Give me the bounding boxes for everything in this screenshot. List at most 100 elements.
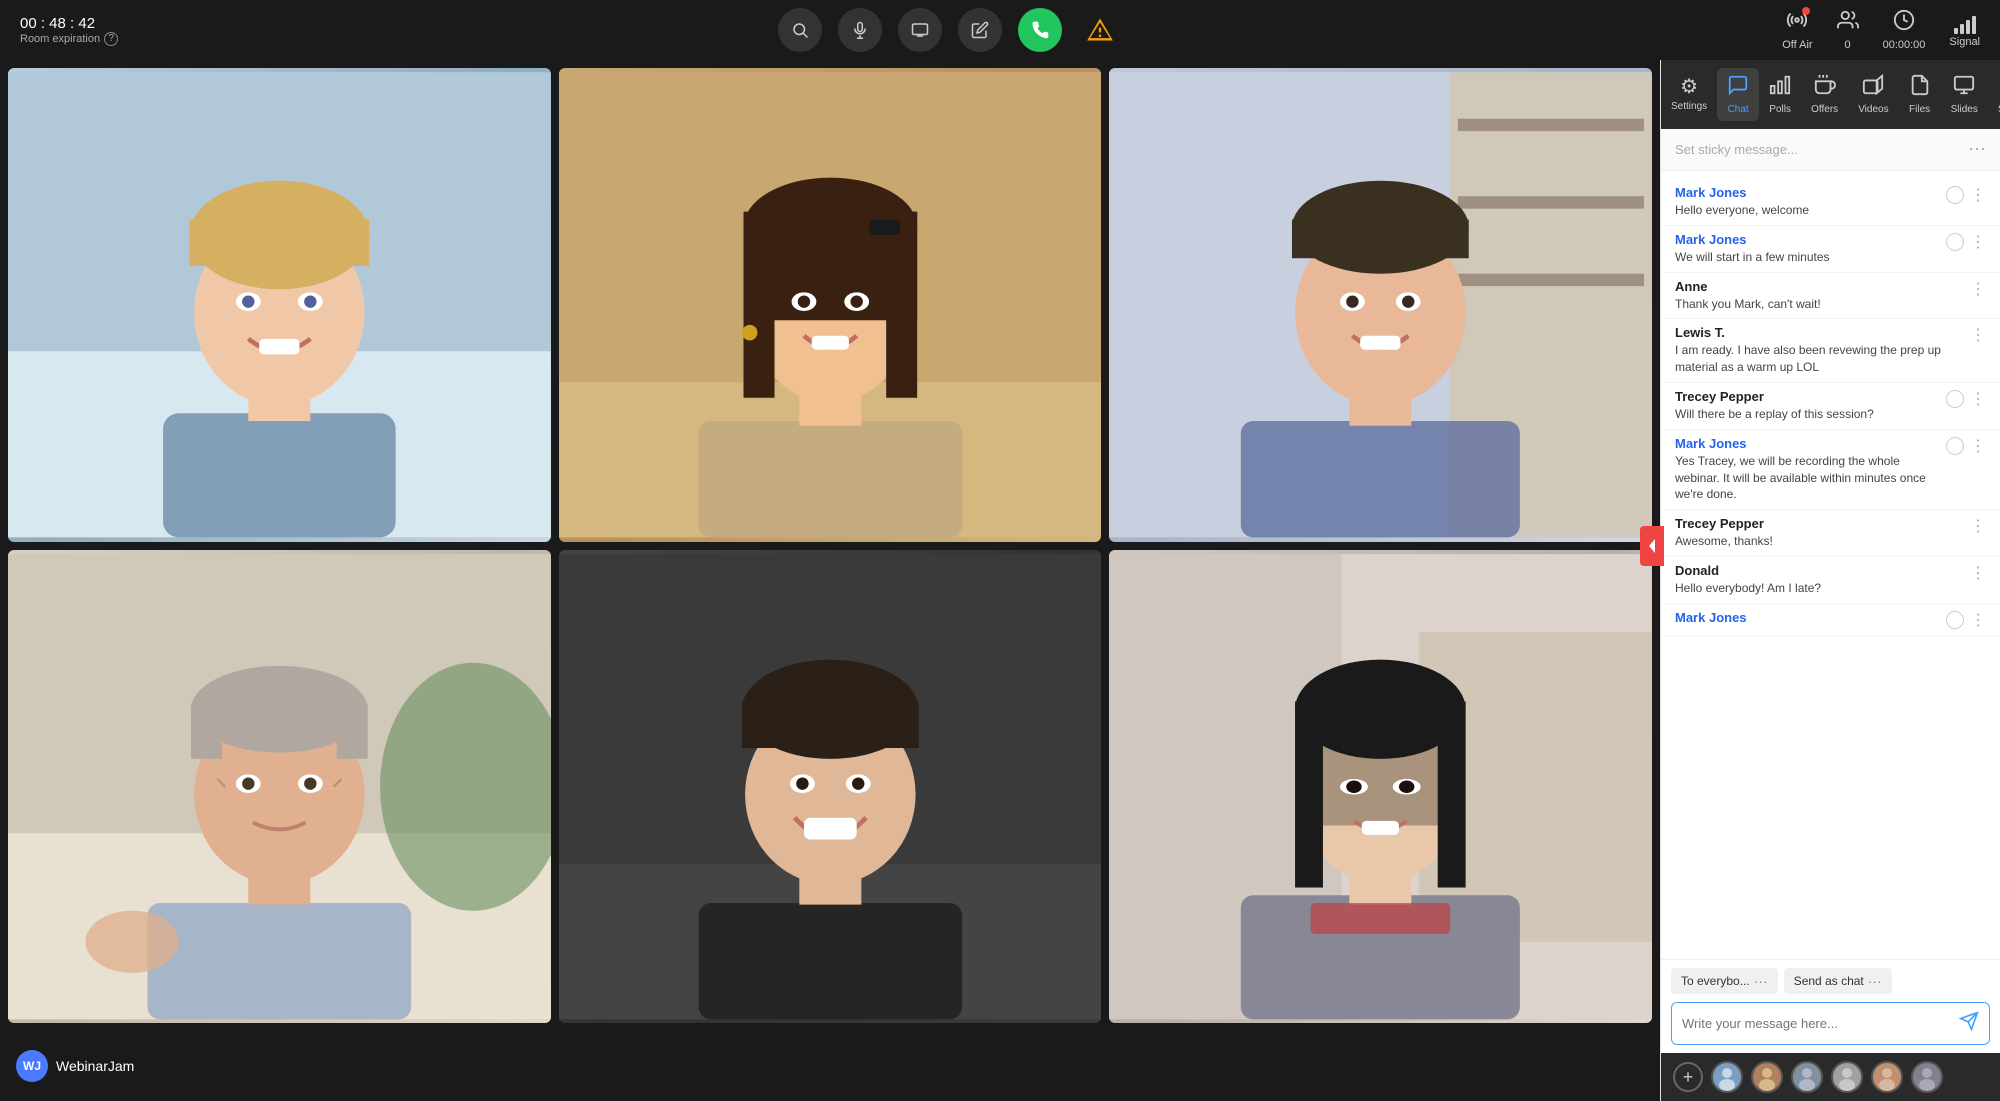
chat-icon [1727,74,1749,102]
chat-message-3: Anne Thank you Mark, can't wait! ⋮ [1661,273,2000,320]
viewers-stat: 0 [1837,9,1859,51]
expiry-help-icon[interactable]: ? [104,32,118,46]
viewers-count: 0 [1845,39,1851,51]
polls-nav-item[interactable]: Polls [1759,68,1801,121]
sender-name-8: Donald [1675,563,1962,578]
signal-stat: Signal [1949,12,1980,48]
videos-nav-item[interactable]: Videos [1848,68,1898,121]
speak-nav-item[interactable]: Speak [1988,68,2000,121]
header-bar: 00 : 48 : 42 Room expiration ? [0,0,2000,60]
mic-button[interactable] [838,8,882,52]
offers-icon [1814,74,1836,102]
sticky-message-text: Set sticky message... [1675,142,1798,157]
offers-nav-item[interactable]: Offers [1801,68,1848,121]
files-icon [1909,74,1931,102]
sticky-message-bar: Set sticky message... ⋯ [1661,129,2000,171]
sender-name-6: Mark Jones [1675,436,1938,451]
attendee-avatar-6[interactable] [1911,1061,1943,1093]
msg-options-4[interactable]: ⋮ [1970,325,1986,345]
main-content: WJ WebinarJam ⚙ Settings Chat Poll [0,60,2000,1101]
screen-share-button[interactable] [898,8,942,52]
header-stats: Off Air 0 00:00:00 Signal [1782,9,1980,51]
sender-name-7: Trecey Pepper [1675,516,1962,531]
settings-nav-label: Settings [1671,101,1707,112]
slides-nav-item[interactable]: Slides [1941,68,1988,121]
attendee-avatar-2[interactable] [1751,1061,1783,1093]
duration-stat: 00:00:00 [1883,9,1926,51]
send-as-more-icon: ··· [1868,973,1882,989]
timer-display: 00 : 48 : 42 [20,15,118,32]
off-air-stat: Off Air [1782,9,1812,51]
settings-nav-item[interactable]: ⚙ Settings [1661,68,1717,121]
end-call-button[interactable] [1018,8,1062,52]
side-panel-toggle[interactable] [1640,526,1664,566]
panel-nav: ⚙ Settings Chat Polls Offers [1661,60,2000,129]
slides-icon [1953,74,1975,102]
sender-name-3: Anne [1675,279,1962,294]
msg-options-2[interactable]: ⋮ [1970,232,1986,252]
duration-value: 00:00:00 [1883,39,1926,51]
chat-nav-label: Chat [1728,104,1749,115]
msg-options-3[interactable]: ⋮ [1970,279,1986,299]
video-grid [8,68,1652,1023]
recipient-label: To everybo... [1681,974,1750,988]
chat-recipients-bar: To everybo... ··· Send as chat ··· [1671,968,1990,994]
msg-options-7[interactable]: ⋮ [1970,516,1986,536]
attendee-avatar-5[interactable] [1871,1061,1903,1093]
signal-label: Signal [1949,36,1980,48]
message-text-4: I am ready. I have also been revewing th… [1675,342,1962,376]
recipient-selector[interactable]: To everybo... ··· [1671,968,1778,994]
chat-message-4: Lewis T. I am ready. I have also been re… [1661,319,2000,383]
sticky-options-button[interactable]: ⋯ [1968,139,1986,160]
attendee-avatar-3[interactable] [1791,1061,1823,1093]
sender-name-9: Mark Jones [1675,610,1938,625]
chat-message-1: Mark Jones Hello everyone, welcome ⋮ [1661,179,2000,226]
attendee-avatar-4[interactable] [1831,1061,1863,1093]
send-message-button[interactable] [1959,1011,1979,1036]
offers-nav-label: Offers [1811,104,1838,115]
add-attendee-button[interactable]: + [1673,1062,1703,1092]
video-cell-5 [559,550,1102,1024]
right-panel: ⚙ Settings Chat Polls Offers [1660,60,2000,1101]
chat-input-section: To everybo... ··· Send as chat ··· [1661,959,2000,1053]
attendee-avatar-1[interactable] [1711,1061,1743,1093]
msg-options-5[interactable]: ⋮ [1970,389,1986,409]
like-btn-1[interactable] [1946,186,1964,204]
video-cell-2 [559,68,1102,542]
files-nav-label: Files [1909,104,1930,115]
sender-name-1: Mark Jones [1675,185,1938,200]
msg-options-1[interactable]: ⋮ [1970,185,1986,205]
chat-input-box [1671,1002,1990,1045]
chat-message-6: Mark Jones Yes Tracey, we will be record… [1661,430,2000,510]
like-btn-5[interactable] [1946,390,1964,408]
chat-nav-item[interactable]: Chat [1717,68,1759,121]
msg-options-9[interactable]: ⋮ [1970,610,1986,630]
header-left: 00 : 48 : 42 Room expiration ? [20,15,118,46]
signal-bars-icon [1954,12,1976,34]
files-nav-item[interactable]: Files [1899,68,1941,121]
sender-name-2: Mark Jones [1675,232,1938,247]
like-btn-9[interactable] [1946,611,1964,629]
off-air-label: Off Air [1782,39,1812,51]
msg-options-8[interactable]: ⋮ [1970,563,1986,583]
sender-name-5: Trecey Pepper [1675,389,1938,404]
pencil-button[interactable] [958,8,1002,52]
message-text-8: Hello everybody! Am I late? [1675,580,1962,597]
polls-icon [1769,74,1791,102]
like-btn-6[interactable] [1946,437,1964,455]
warning-button[interactable] [1078,8,1122,52]
slides-nav-label: Slides [1951,104,1978,115]
videos-icon [1862,74,1884,102]
videos-nav-label: Videos [1858,104,1888,115]
msg-options-6[interactable]: ⋮ [1970,436,1986,456]
like-btn-2[interactable] [1946,233,1964,251]
video-cell-3 [1109,68,1652,542]
attendees-bar: + [1661,1053,2000,1101]
video-cell-6 [1109,550,1652,1024]
send-as-label: Send as chat [1794,974,1864,988]
message-input[interactable] [1682,1016,1959,1031]
message-text-1: Hello everyone, welcome [1675,202,1938,219]
send-as-button[interactable]: Send as chat ··· [1784,968,1892,994]
search-button[interactable] [778,8,822,52]
message-text-2: We will start in a few minutes [1675,249,1938,266]
